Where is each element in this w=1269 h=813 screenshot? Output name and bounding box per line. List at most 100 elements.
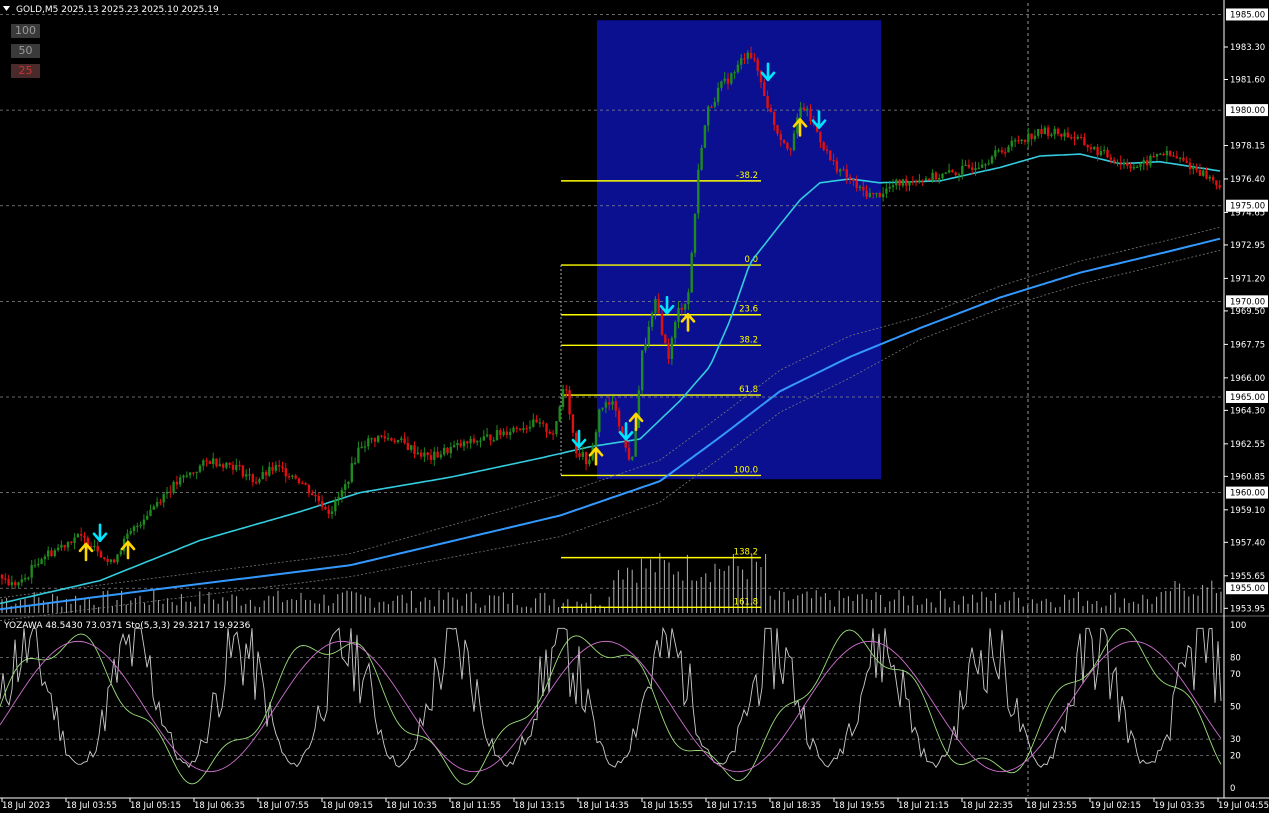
candle-body xyxy=(1136,166,1139,168)
candle-body xyxy=(350,463,353,482)
candle-body xyxy=(1083,137,1086,146)
candle-body xyxy=(707,106,710,126)
candle-body xyxy=(763,82,766,97)
candle-body xyxy=(664,334,667,344)
fib-level-label: 23.6 xyxy=(739,305,758,315)
candle-body xyxy=(258,479,261,483)
chart-menu-icon[interactable] xyxy=(3,6,10,11)
candle-body xyxy=(264,471,268,476)
candle-body xyxy=(984,164,987,166)
time-tick-label: 19 Jul 02:15 xyxy=(1090,801,1141,811)
candle-body xyxy=(1043,127,1046,135)
candle-body xyxy=(1030,133,1033,140)
candle-body xyxy=(235,464,238,470)
level-button-100[interactable]: 100 xyxy=(11,24,40,38)
price-level-label: 1970.00 xyxy=(1230,297,1265,307)
candle-body xyxy=(1046,127,1050,136)
candle-body xyxy=(373,438,377,442)
level-button-50[interactable]: 50 xyxy=(11,44,40,58)
candle-body xyxy=(159,502,162,504)
candle-body xyxy=(594,432,598,446)
candle-body xyxy=(683,304,687,310)
candle-body xyxy=(492,440,495,442)
candle-body xyxy=(1188,162,1192,170)
candle-body xyxy=(403,438,406,444)
price-tick-label: 1981.60 xyxy=(1230,76,1265,86)
candle-body xyxy=(835,160,839,172)
candle-body xyxy=(792,133,796,150)
candle-body xyxy=(957,174,961,176)
candle-body xyxy=(291,475,294,477)
candle-body xyxy=(532,419,535,427)
candle-body xyxy=(631,456,634,460)
candle-body xyxy=(188,472,192,476)
price-tick-label: 1957.40 xyxy=(1230,538,1265,548)
candle-body xyxy=(218,464,221,467)
candle-body xyxy=(954,172,957,176)
candle-body xyxy=(1185,160,1188,163)
fib-level-label: -38.2 xyxy=(736,171,758,181)
candle-body xyxy=(261,471,264,480)
candle-body xyxy=(1142,160,1145,164)
yozawa-line xyxy=(0,626,1222,769)
price-level-label: 1955.00 xyxy=(1230,584,1265,594)
candle-body xyxy=(987,163,990,165)
candle-body xyxy=(1132,166,1136,169)
candle-body xyxy=(195,471,198,473)
candle-body xyxy=(977,167,980,169)
candle-body xyxy=(832,159,835,162)
candle-body xyxy=(1159,153,1162,155)
candle-body xyxy=(320,501,324,508)
candle-body xyxy=(971,167,974,170)
candle-body xyxy=(700,147,703,170)
candle-body xyxy=(146,515,149,520)
candle-body xyxy=(1013,140,1017,142)
candle-body xyxy=(1109,157,1112,160)
candle-body xyxy=(324,507,327,510)
candle-body xyxy=(198,465,202,472)
candle-body xyxy=(406,443,410,450)
candle-body xyxy=(1063,132,1066,137)
candle-body xyxy=(175,481,179,485)
candle-body xyxy=(1149,155,1152,166)
time-tick-label: 18 Jul 09:15 xyxy=(322,801,373,811)
candle-body xyxy=(568,390,571,415)
candle-body xyxy=(964,164,967,167)
candle-body xyxy=(1215,180,1218,186)
price-tick-label: 1966.00 xyxy=(1230,374,1265,384)
candle-body xyxy=(634,427,637,457)
level-button-25[interactable]: 25 xyxy=(11,64,40,78)
candle-body xyxy=(37,563,40,566)
candle-body xyxy=(116,554,119,563)
candle-body xyxy=(215,458,218,467)
time-tick-label: 18 Jul 05:15 xyxy=(130,801,181,811)
candle-body xyxy=(885,188,888,194)
candle-body xyxy=(941,173,944,179)
indicator-label: YOZAWA 48.5430 73.0371 Sto(5,3,3) 29.321… xyxy=(3,621,251,631)
candle-body xyxy=(370,438,373,440)
price-level-label: 1965.00 xyxy=(1230,393,1265,403)
candle-body xyxy=(456,443,459,446)
candle-body xyxy=(855,180,858,188)
time-tick-label: 18 Jul 2023 xyxy=(2,801,50,811)
candle-body xyxy=(1073,137,1076,139)
osc-tick-label: 50 xyxy=(1230,703,1241,713)
candle-body xyxy=(848,177,852,180)
candle-body xyxy=(1155,154,1159,157)
price-chart[interactable]: -38.20.023.638.261.8100.0138.2161.8 1983… xyxy=(0,0,1269,813)
candle-body xyxy=(472,438,476,443)
candle-body xyxy=(548,431,551,434)
candle-body xyxy=(254,482,258,484)
candle-body xyxy=(911,181,914,183)
candle-body xyxy=(872,192,875,195)
candle-body xyxy=(898,179,901,186)
candle-body xyxy=(997,150,1000,152)
candle-body xyxy=(934,172,938,180)
candle-body xyxy=(165,491,169,494)
candle-body xyxy=(155,502,159,507)
candle-body xyxy=(238,464,241,467)
price-tick-label: 1960.85 xyxy=(1230,472,1265,482)
candle-body xyxy=(878,193,881,198)
candle-body xyxy=(924,178,928,181)
candle-body xyxy=(1139,163,1142,167)
